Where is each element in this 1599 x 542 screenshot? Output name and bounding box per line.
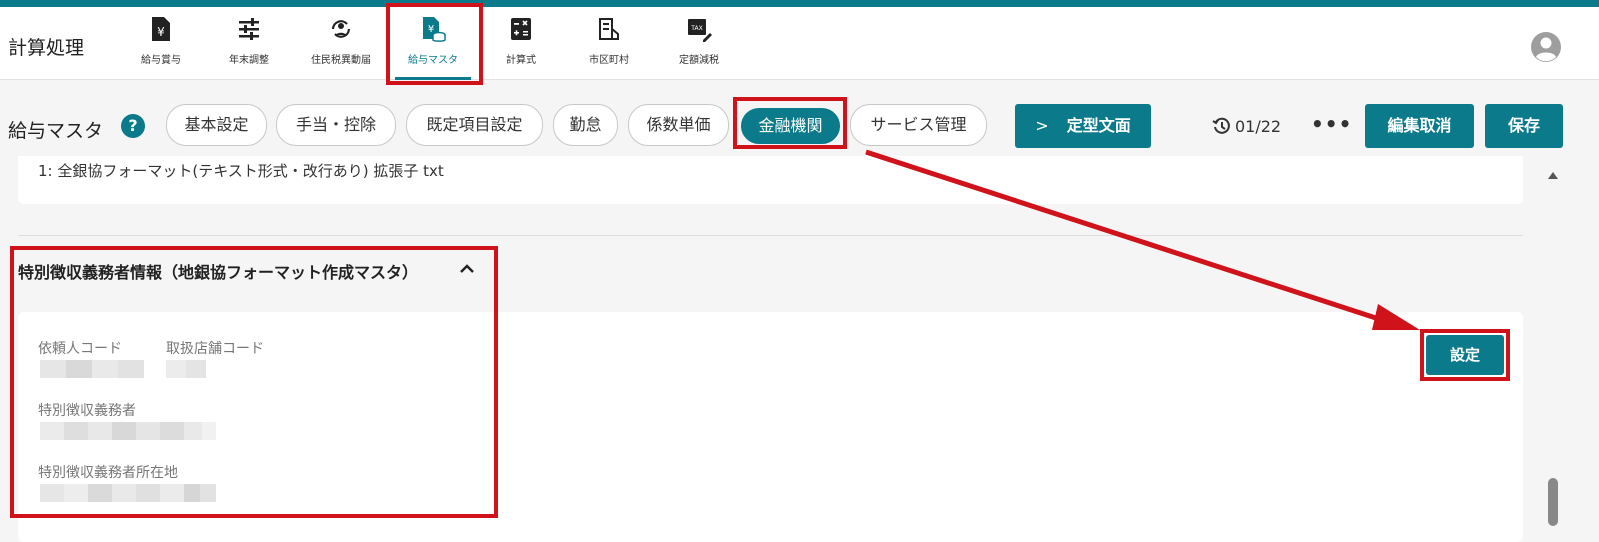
annotation-arrow: [865, 149, 1420, 330]
arrow-head-icon: [1372, 304, 1420, 330]
